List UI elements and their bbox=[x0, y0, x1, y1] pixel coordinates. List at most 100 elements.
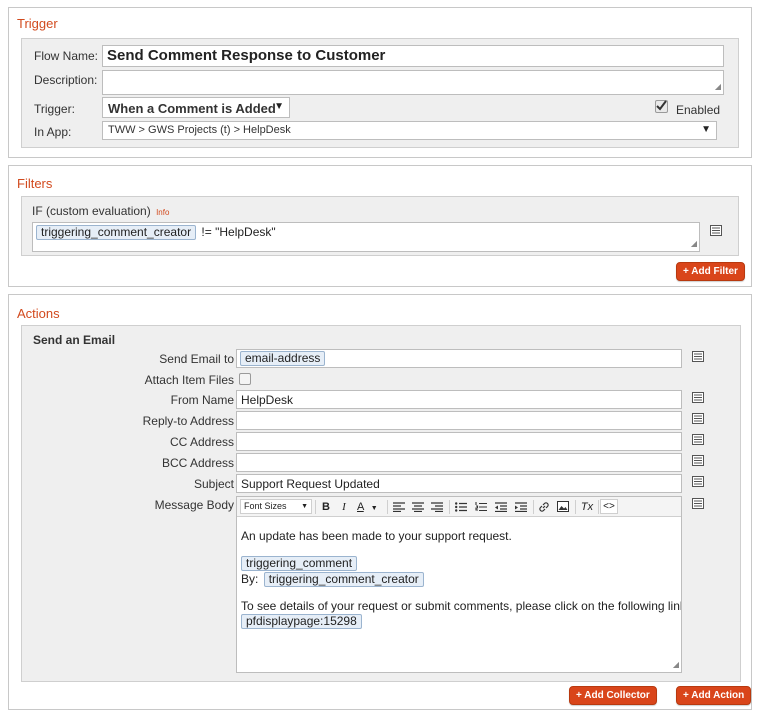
body-line-1: An update has been made to your support … bbox=[241, 529, 512, 543]
list-icon[interactable] bbox=[692, 455, 704, 466]
image-icon[interactable] bbox=[557, 501, 569, 512]
cc-label: CC Address bbox=[169, 435, 234, 449]
flow-name-label: Flow Name: bbox=[34, 49, 99, 63]
description-textarea[interactable]: ◢ bbox=[102, 70, 724, 95]
description-label: Description: bbox=[34, 73, 98, 87]
token-triggering-comment-creator[interactable]: triggering_comment_creator bbox=[263, 572, 424, 587]
list-icon[interactable] bbox=[692, 476, 704, 487]
dropdown-arrow-icon: ▼ bbox=[274, 101, 284, 112]
link-icon[interactable] bbox=[538, 501, 550, 513]
resize-grip-icon[interactable]: ◢ bbox=[691, 238, 697, 250]
body-page-token-line: pfdisplaypage:15298 bbox=[241, 614, 362, 629]
trigger-section-title: Trigger bbox=[17, 16, 58, 31]
send-to-label: Send Email to bbox=[159, 352, 234, 366]
body-line-3: To see details of your request or submit… bbox=[241, 599, 682, 613]
message-body-label: Message Body bbox=[154, 498, 234, 512]
toolbar-separator bbox=[533, 500, 534, 514]
trigger-section: Trigger Flow Name: Send Comment Response… bbox=[8, 7, 752, 158]
reply-to-label: Reply-to Address bbox=[142, 414, 234, 428]
filter-expression-input[interactable]: triggering_comment_creator != "HelpDesk"… bbox=[32, 222, 700, 252]
trigger-panel: Flow Name: Send Comment Response to Cust… bbox=[21, 38, 739, 148]
toolbar-separator bbox=[598, 500, 599, 514]
in-app-select-value: TWW > GWS Projects (t) > HelpDesk bbox=[108, 124, 291, 136]
if-label-text: IF (custom evaluation) bbox=[32, 204, 151, 218]
clear-formatting-label: Tx bbox=[580, 501, 594, 513]
align-left-icon[interactable] bbox=[393, 502, 405, 512]
outdent-icon[interactable] bbox=[495, 502, 507, 512]
numbered-list-icon[interactable] bbox=[475, 502, 487, 512]
trigger-label: Trigger: bbox=[34, 102, 75, 116]
font-sizes-select[interactable]: Font Sizes ▼ bbox=[240, 499, 312, 514]
font-color-button[interactable]: A ▼ bbox=[357, 499, 383, 515]
flow-name-input[interactable]: Send Comment Response to Customer bbox=[102, 45, 724, 67]
token-triggering-comment[interactable]: triggering_comment bbox=[241, 556, 358, 571]
resize-grip-icon[interactable]: ◢ bbox=[715, 81, 721, 93]
in-app-select[interactable]: TWW > GWS Projects (t) > HelpDesk ▼ bbox=[102, 121, 717, 140]
from-name-value: HelpDesk bbox=[241, 393, 294, 407]
from-name-label: From Name bbox=[170, 393, 234, 407]
list-icon[interactable] bbox=[692, 498, 704, 509]
editor-toolbar: Font Sizes ▼ B I A ▼ Tx <> bbox=[237, 497, 681, 517]
list-icon[interactable] bbox=[692, 351, 704, 362]
checkmark-icon bbox=[656, 100, 667, 111]
message-body-editor[interactable]: Font Sizes ▼ B I A ▼ Tx <> An update has… bbox=[236, 496, 682, 673]
bcc-input[interactable] bbox=[236, 453, 682, 472]
list-icon[interactable] bbox=[692, 434, 704, 445]
actions-section-title: Actions bbox=[17, 306, 60, 321]
bullet-list-icon[interactable] bbox=[455, 502, 467, 512]
reply-to-input[interactable] bbox=[236, 411, 682, 430]
token-email-address[interactable]: email-address bbox=[240, 351, 326, 366]
source-code-button[interactable]: <> bbox=[600, 499, 618, 514]
attach-files-label: Attach Item Files bbox=[144, 373, 234, 387]
subject-input[interactable]: Support Request Updated bbox=[236, 474, 682, 493]
add-filter-button[interactable]: + Add Filter bbox=[676, 262, 745, 281]
list-icon[interactable] bbox=[692, 413, 704, 424]
list-icon[interactable] bbox=[710, 225, 722, 236]
from-name-input[interactable]: HelpDesk bbox=[236, 390, 682, 409]
info-link[interactable]: Info bbox=[156, 208, 169, 217]
toolbar-separator bbox=[315, 500, 316, 514]
italic-button[interactable]: I bbox=[337, 499, 351, 515]
trigger-select[interactable]: When a Comment is Added ▼ bbox=[102, 97, 290, 118]
filter-expression-rest: != "HelpDesk" bbox=[201, 225, 276, 239]
toolbar-separator bbox=[575, 500, 576, 514]
token-pfdisplaypage[interactable]: pfdisplaypage:15298 bbox=[241, 614, 362, 629]
add-collector-button[interactable]: + Add Collector bbox=[569, 686, 657, 705]
dropdown-arrow-icon: ▼ bbox=[370, 505, 378, 512]
send-email-heading: Send an Email bbox=[33, 333, 116, 347]
toolbar-separator bbox=[449, 500, 450, 514]
align-right-icon[interactable] bbox=[431, 502, 443, 512]
send-to-input[interactable]: email-address bbox=[236, 349, 682, 368]
subject-label: Subject bbox=[193, 477, 234, 491]
list-icon[interactable] bbox=[692, 392, 704, 403]
actions-section: Actions Send an Email Send Email to emai… bbox=[8, 294, 752, 710]
attach-files-checkbox[interactable] bbox=[239, 373, 251, 385]
bold-button[interactable]: B bbox=[319, 499, 333, 515]
dropdown-arrow-icon: ▼ bbox=[301, 503, 308, 510]
cc-input[interactable] bbox=[236, 432, 682, 451]
enabled-label: Enabled bbox=[676, 103, 721, 117]
by-label: By: bbox=[241, 572, 259, 586]
filters-section-title: Filters bbox=[17, 176, 53, 191]
filters-section: Filters IF (custom evaluation) Info trig… bbox=[8, 165, 752, 287]
indent-icon[interactable] bbox=[515, 502, 527, 512]
in-app-label: In App: bbox=[34, 125, 72, 139]
toolbar-separator bbox=[387, 500, 388, 514]
token-triggering-comment-creator[interactable]: triggering_comment_creator bbox=[36, 225, 197, 240]
font-sizes-label: Font Sizes bbox=[244, 501, 287, 511]
if-custom-evaluation-label: IF (custom evaluation) Info bbox=[32, 204, 169, 218]
trigger-select-value: When a Comment is Added bbox=[108, 101, 276, 116]
enabled-checkbox[interactable] bbox=[655, 100, 668, 113]
send-email-panel: Send an Email Send Email to email-addres… bbox=[21, 325, 741, 682]
resize-grip-icon[interactable]: ◢ bbox=[673, 659, 679, 671]
bcc-label: BCC Address bbox=[161, 456, 234, 470]
body-by-line: By: triggering_comment_creator bbox=[241, 572, 424, 587]
add-action-button[interactable]: + Add Action bbox=[676, 686, 752, 705]
flow-name-value: Send Comment Response to Customer bbox=[107, 47, 386, 64]
font-color-label: A bbox=[357, 501, 364, 513]
clear-formatting-button[interactable]: Tx bbox=[578, 499, 596, 515]
align-center-icon[interactable] bbox=[412, 502, 424, 512]
dropdown-arrow-icon: ▼ bbox=[701, 124, 711, 135]
body-token-line: triggering_comment bbox=[241, 556, 358, 571]
filters-panel: IF (custom evaluation) Info triggering_c… bbox=[21, 196, 739, 256]
